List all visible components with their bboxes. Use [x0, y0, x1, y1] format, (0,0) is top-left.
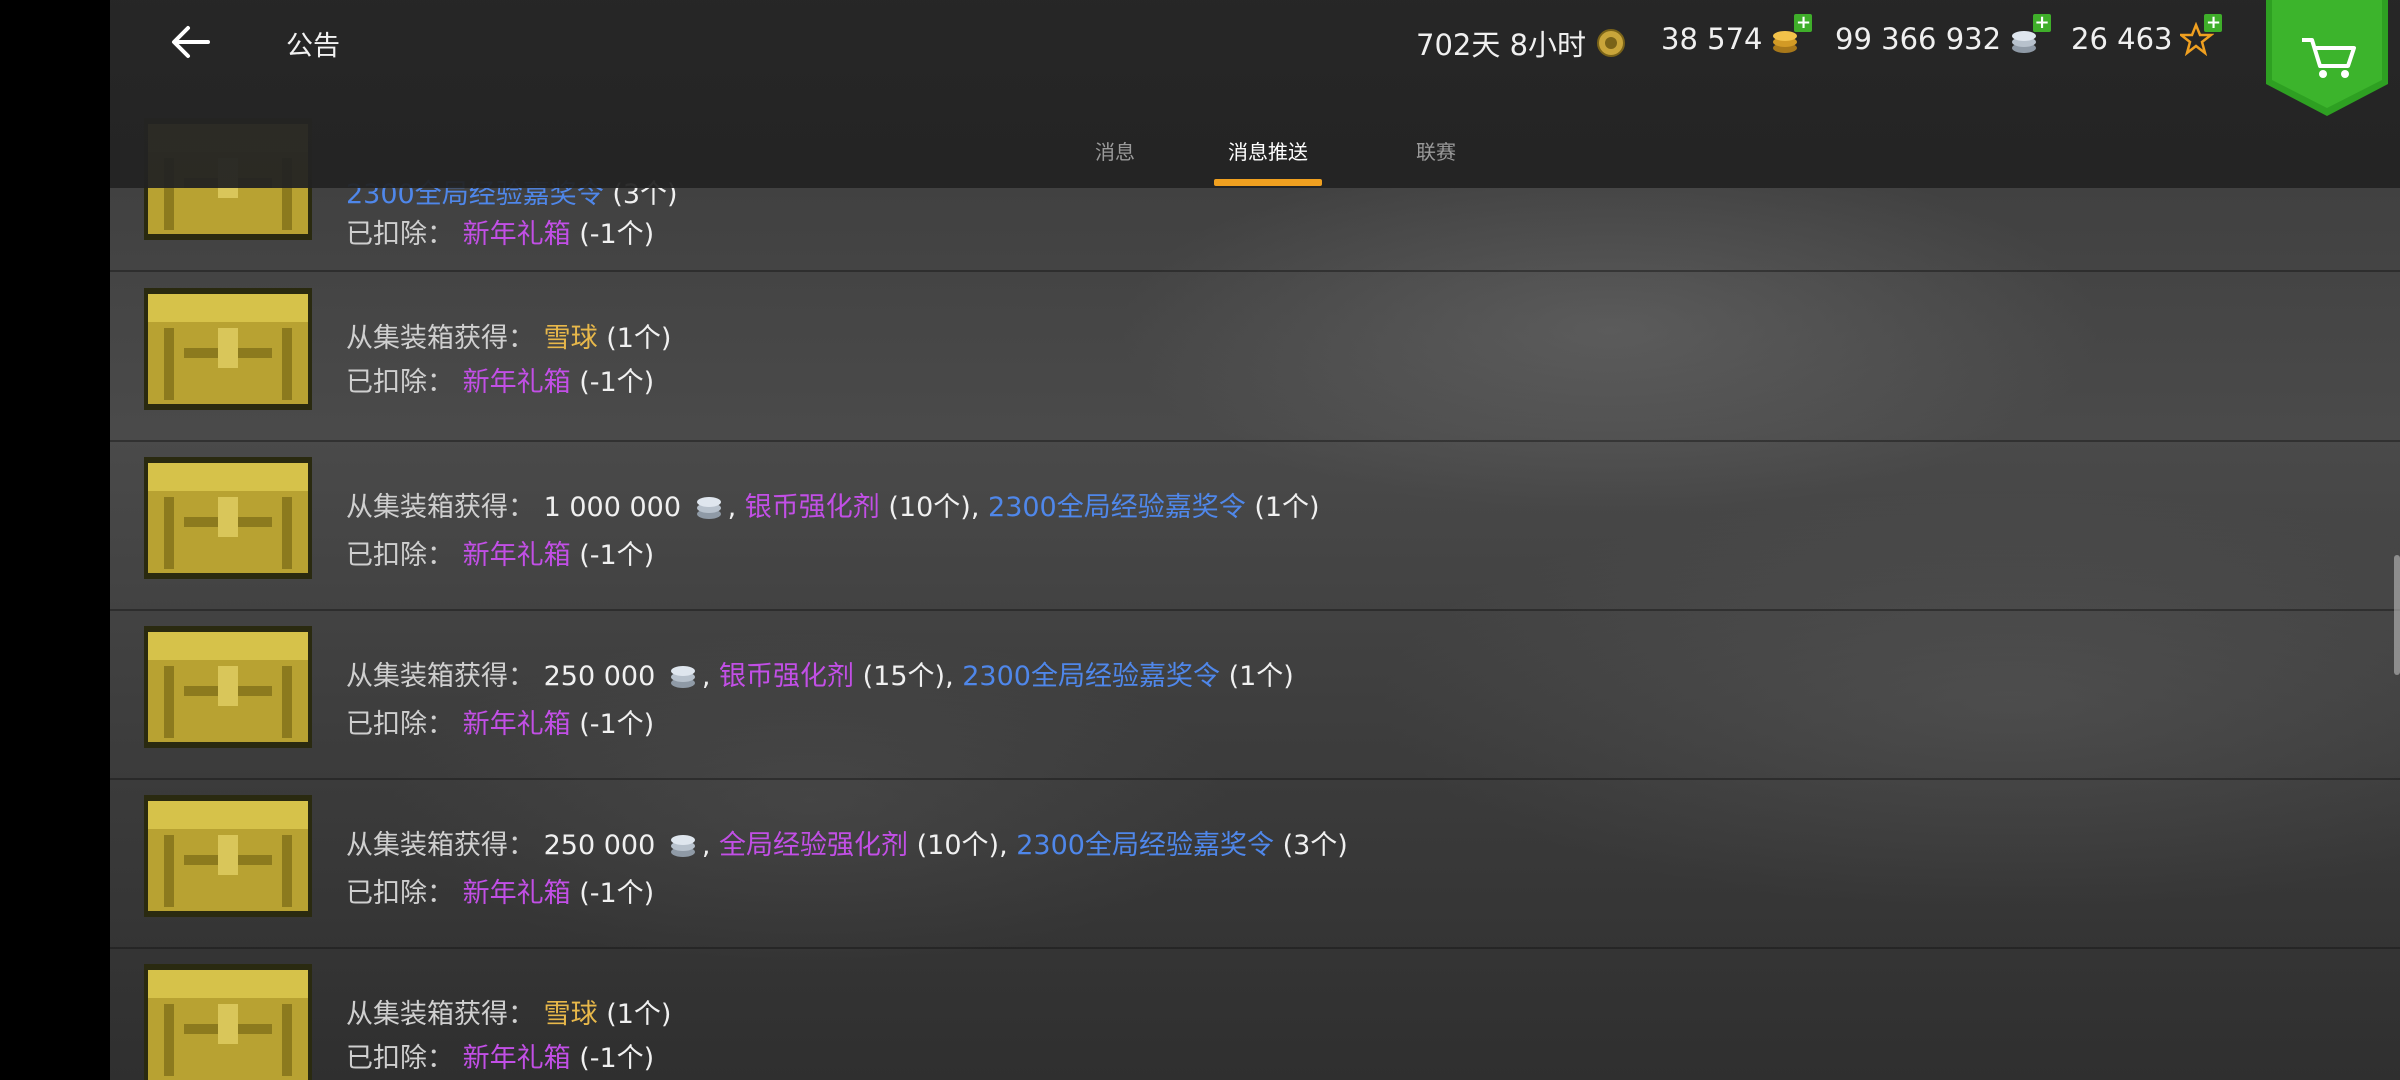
- scrollbar[interactable]: [2394, 555, 2400, 675]
- deduct-label: 已扣除：: [346, 367, 454, 398]
- reward-item: 银币强化剂: [719, 661, 855, 692]
- reward-item: 银币强化剂: [744, 492, 880, 523]
- deduct-line: 已扣除： 新年礼箱 (-1个): [346, 871, 654, 910]
- reward-item-xp-order: 2300全局经验嘉奖令: [1016, 830, 1274, 861]
- crate-icon: [144, 964, 312, 1080]
- cart-icon[interactable]: [2266, 0, 2388, 116]
- reward-count: (15个): [862, 661, 946, 692]
- silver-balance[interactable]: 99 366 932 +: [1835, 14, 2052, 56]
- reward-count: (1个): [606, 323, 672, 354]
- reward-item: 雪球: [543, 999, 598, 1030]
- premium-timer-value: 702天 8小时: [1416, 28, 1587, 62]
- tab-bar: 消息 消息推送 联赛: [110, 118, 2400, 188]
- deduct-label: 已扣除：: [346, 540, 454, 571]
- silver-value: 99 366 932: [1835, 22, 2002, 56]
- plus-icon[interactable]: +: [2204, 14, 2223, 32]
- plus-icon[interactable]: +: [2033, 14, 2052, 32]
- list-item[interactable]: 从集装箱获得： 250 000 , 银币强化剂 (15个), 2300全局经验嘉…: [110, 610, 2400, 780]
- deduct-item: 新年礼箱: [462, 709, 571, 740]
- obtain-line: 从集装箱获得： 250 000 , 全局经验强化剂 (10个), 2300全局经…: [346, 830, 1348, 861]
- silver-coin-icon: [670, 835, 695, 857]
- deduct-item: 新年礼箱: [462, 878, 571, 909]
- crate-icon: [144, 795, 312, 917]
- obtain-label: 从集装箱获得：: [346, 999, 535, 1030]
- crate-icon: [144, 626, 312, 748]
- gold-balance[interactable]: 38 574 +: [1661, 14, 1813, 56]
- premium-badge-icon: [1597, 29, 1626, 57]
- page-title: 公告: [286, 31, 340, 62]
- obtain-line: 从集装箱获得： 雪球 (1个): [346, 992, 671, 1031]
- reward-count: (3个): [1282, 830, 1348, 861]
- deduct-count: (-1个): [579, 709, 655, 740]
- reward-count: (1个): [1254, 492, 1320, 523]
- obtain-line: 从集装箱获得： 1 000 000 , 银币强化剂 (10个), 2300全局经…: [346, 492, 1320, 523]
- obtain-line: 从集装箱获得： 雪球 (1个): [346, 316, 671, 355]
- deduct-line: 已扣除： 新年礼箱 (-1个): [346, 212, 654, 251]
- deduct-line: 已扣除： 新年礼箱 (-1个): [346, 702, 654, 741]
- deduct-label: 已扣除：: [346, 878, 454, 909]
- crate-icon: [144, 288, 312, 410]
- reward-count: (1个): [606, 999, 672, 1030]
- list-item[interactable]: 从集装箱获得： 250 000 , 全局经验强化剂 (10个), 2300全局经…: [110, 779, 2400, 949]
- deduct-item: 新年礼箱: [462, 219, 571, 250]
- free-xp-value: 26 463: [2071, 22, 2173, 56]
- star-icon: +: [2177, 14, 2223, 57]
- obtain-label: 从集装箱获得：: [346, 323, 535, 354]
- deduct-line: 已扣除： 新年礼箱 (-1个): [346, 360, 654, 399]
- reward-count: (1个): [1228, 661, 1294, 692]
- deduct-count: (-1个): [579, 219, 655, 250]
- top-bar: 公告 702天 8小时 38 574 + 99 366 932 + 26 463…: [110, 0, 2400, 188]
- plus-icon[interactable]: +: [1794, 14, 1813, 32]
- list-item[interactable]: 从集装箱获得： 雪球 (1个) 已扣除： 新年礼箱 (-1个): [110, 272, 2400, 442]
- deduct-label: 已扣除：: [346, 709, 454, 740]
- tab-message-push[interactable]: 消息推送: [1214, 136, 1322, 165]
- reward-item-xp-order: 2300全局经验嘉奖令: [988, 492, 1246, 523]
- reward-count: (10个): [888, 492, 971, 523]
- silver-amount: 250 000: [543, 830, 656, 861]
- deduct-item: 新年礼箱: [462, 540, 571, 571]
- reward-item: 全局经验强化剂: [719, 830, 909, 861]
- app-window: 2300全局经验嘉奖令 (3个) 已扣除： 新年礼箱 (-1个) 从集装箱获得：…: [110, 0, 2400, 1080]
- deduct-label: 已扣除：: [346, 1043, 454, 1074]
- deduct-item: 新年礼箱: [462, 1043, 571, 1074]
- tab-messages[interactable]: 消息: [1085, 136, 1145, 165]
- reward-item: 雪球: [543, 323, 598, 354]
- deduct-count: (-1个): [579, 367, 655, 398]
- reward-count: (10个): [916, 830, 1000, 861]
- deduct-item: 新年礼箱: [462, 367, 571, 398]
- premium-timer[interactable]: 702天 8小时: [1416, 22, 1628, 64]
- gold-value: 38 574: [1661, 22, 1763, 56]
- obtain-line: 从集装箱获得： 250 000 , 银币强化剂 (15个), 2300全局经验嘉…: [346, 661, 1294, 692]
- deduct-line: 已扣除： 新年礼箱 (-1个): [346, 533, 654, 572]
- tab-league[interactable]: 联赛: [1406, 136, 1466, 165]
- arrow-left-icon[interactable]: [162, 18, 222, 66]
- list-item[interactable]: 从集装箱获得： 雪球 (1个) 已扣除： 新年礼箱 (-1个): [110, 948, 2400, 1080]
- deduct-count: (-1个): [579, 1043, 655, 1074]
- silver-coin-icon: +: [2009, 14, 2052, 56]
- obtain-label: 从集装箱获得：: [346, 661, 535, 692]
- reward-item-xp-order: 2300全局经验嘉奖令: [962, 661, 1220, 692]
- silver-amount: 1 000 000: [543, 492, 682, 523]
- obtain-label: 从集装箱获得：: [346, 492, 535, 523]
- deduct-label: 已扣除：: [346, 219, 454, 250]
- free-xp-balance[interactable]: 26 463 +: [2071, 14, 2223, 57]
- deduct-count: (-1个): [579, 878, 655, 909]
- silver-amount: 250 000: [543, 661, 656, 692]
- crate-icon: [144, 457, 312, 579]
- obtain-label: 从集装箱获得：: [346, 830, 535, 861]
- deduct-line: 已扣除： 新年礼箱 (-1个): [346, 1036, 654, 1075]
- gold-coin-icon: +: [1770, 14, 1813, 56]
- deduct-count: (-1个): [579, 540, 655, 571]
- active-tab-indicator: [1214, 179, 1322, 186]
- list-item[interactable]: 从集装箱获得： 1 000 000 , 银币强化剂 (10个), 2300全局经…: [110, 441, 2400, 611]
- silver-coin-icon: [670, 666, 695, 688]
- silver-coin-icon: [696, 497, 721, 519]
